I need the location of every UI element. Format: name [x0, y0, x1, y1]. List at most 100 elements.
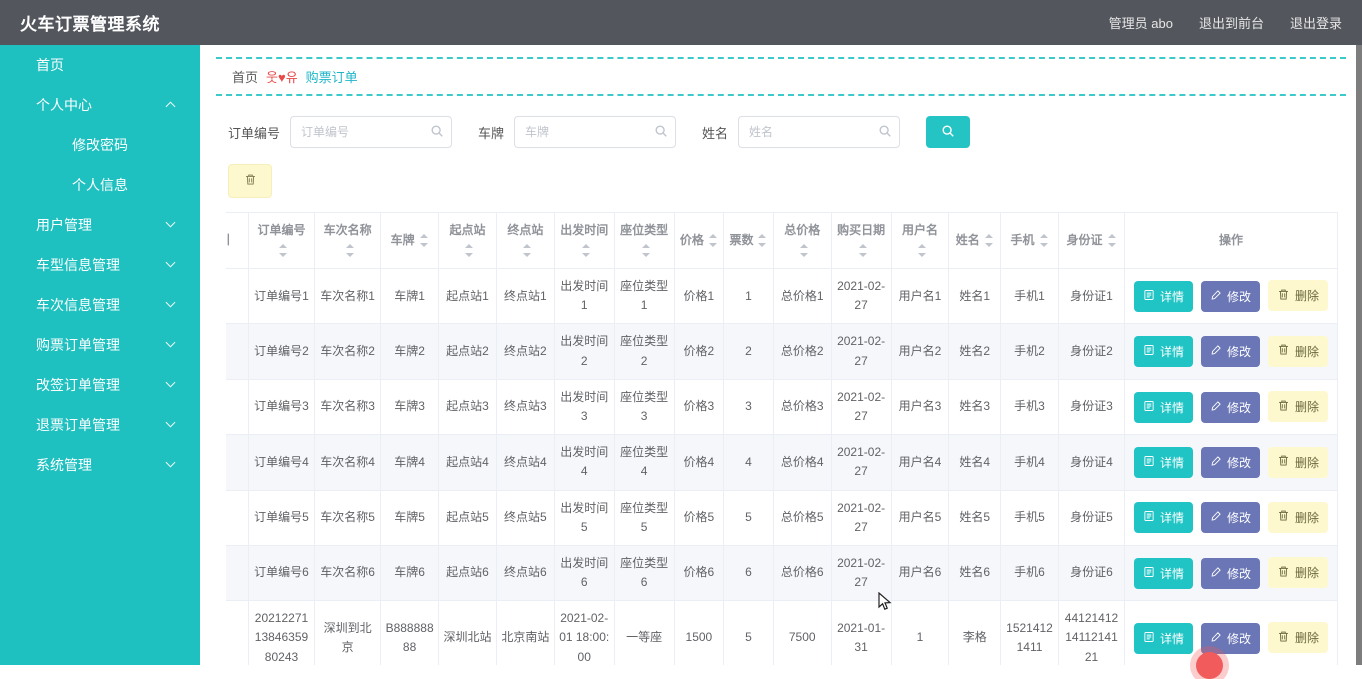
delete-button[interactable]: 删除	[1268, 280, 1329, 312]
sidebar-item-change-password[interactable]: 修改密码	[0, 125, 200, 165]
floating-action-button[interactable]	[1196, 652, 1223, 679]
edit-button[interactable]: 修改	[1201, 557, 1261, 589]
edit-button[interactable]: 修改	[1201, 336, 1261, 368]
vertical-scrollbar[interactable]	[1356, 45, 1362, 665]
cell-actions: 详情 修改 删除	[1124, 489, 1338, 546]
detail-icon	[1143, 289, 1155, 304]
cell-ticket-count: 5	[723, 489, 774, 546]
sidebar-item-label: 改签订单管理	[36, 377, 120, 393]
cell-seat-type: 座位类型4	[613, 434, 675, 491]
detail-button[interactable]: 详情	[1134, 502, 1194, 534]
column-header-depart-time[interactable]: 出发时间	[553, 212, 615, 269]
sidebar-item-label: 个人中心	[36, 97, 92, 113]
edit-button[interactable]: 修改	[1201, 391, 1261, 423]
sort-caret-icon	[277, 243, 288, 258]
search-input-order-no[interactable]	[290, 116, 453, 148]
edit-button-label: 修改	[1227, 345, 1252, 360]
edit-button[interactable]: 修改	[1201, 447, 1261, 479]
search-button[interactable]	[926, 116, 971, 148]
cell-total-price: 总价格3	[772, 378, 832, 436]
detail-button[interactable]: 详情	[1134, 336, 1194, 368]
cell-plate: 车牌1	[380, 267, 440, 325]
sort-caret-icon	[857, 243, 868, 258]
delete-button[interactable]: 删除	[1268, 391, 1329, 423]
cell-train-name: 车次名称2	[314, 323, 382, 380]
column-header-label: 购买日期	[837, 223, 886, 238]
column-header-index: 索引	[226, 212, 249, 269]
sidebar-item-ticket-order-mgmt[interactable]: 购票订单管理	[0, 325, 200, 365]
cell-train-name: 车次名称1	[314, 267, 382, 325]
search-input-name[interactable]	[738, 116, 901, 148]
edit-button[interactable]: 修改	[1201, 280, 1261, 312]
delete-button[interactable]: 删除	[1268, 335, 1329, 367]
column-header-username[interactable]: 用户名	[890, 212, 950, 269]
column-header-seat-type[interactable]: 座位类型	[613, 212, 675, 269]
edit-button[interactable]: 修改	[1201, 502, 1261, 534]
cell-index	[226, 434, 249, 491]
delete-button[interactable]: 删除	[1268, 446, 1329, 478]
cell-username: 用户名6	[890, 544, 950, 602]
batch-delete-button[interactable]	[228, 164, 272, 198]
search-input-plate[interactable]	[514, 116, 677, 148]
column-header-price[interactable]: 价格	[673, 212, 725, 269]
sidebar-item-rebook-order-mgmt[interactable]: 改签订单管理	[0, 365, 200, 405]
topbar-exit-front-link[interactable]: 退出到前台	[1199, 13, 1264, 32]
detail-button[interactable]: 详情	[1134, 280, 1194, 312]
topbar-logout-link[interactable]: 退出登录	[1290, 13, 1342, 32]
detail-button-label: 详情	[1160, 400, 1185, 415]
cell-username: 用户名2	[890, 323, 950, 380]
column-header-start-station[interactable]: 起点站	[438, 212, 497, 269]
cell-phone: 手机2	[1000, 323, 1059, 380]
delete-button[interactable]: 删除	[1268, 557, 1329, 589]
search-form: 订单编号 车牌 姓名	[228, 116, 1356, 148]
detail-button[interactable]: 详情	[1134, 447, 1194, 479]
cell-name: 姓名6	[948, 544, 1002, 602]
column-header-ticket-count[interactable]: 票数	[723, 212, 774, 269]
column-header-plate[interactable]: 车牌	[380, 212, 440, 269]
delete-button[interactable]: 删除	[1268, 501, 1329, 533]
sort-caret-icon	[798, 243, 809, 258]
column-header-order-no[interactable]: 订单编号	[247, 212, 316, 269]
topbar-user[interactable]: 管理员 abo	[1109, 13, 1173, 32]
edit-button[interactable]: 修改	[1201, 622, 1261, 654]
sidebar-item-train-no-mgmt[interactable]: 车次信息管理	[0, 285, 200, 325]
cell-actions: 详情 修改 删除	[1124, 434, 1338, 491]
breadcrumb-home[interactable]: 首页	[232, 67, 258, 86]
column-header-label: 总价格	[784, 223, 821, 238]
cell-depart-time: 出发时间6	[553, 544, 615, 602]
column-header-buy-date[interactable]: 购买日期	[830, 212, 892, 269]
cell-phone: 手机3	[1000, 378, 1059, 436]
delete-button-label: 删除	[1295, 289, 1320, 304]
column-header-train-name[interactable]: 车次名称	[314, 212, 382, 269]
detail-button[interactable]: 详情	[1134, 557, 1194, 589]
detail-button[interactable]: 详情	[1134, 391, 1194, 423]
edit-button-label: 修改	[1227, 631, 1252, 646]
column-header-id-card[interactable]: 身份证	[1057, 212, 1126, 269]
sidebar-item-user-mgmt[interactable]: 用户管理	[0, 205, 200, 245]
delete-icon	[1277, 288, 1290, 304]
sidebar-item-refund-order-mgmt[interactable]: 退票订单管理	[0, 405, 200, 445]
column-header-end-station[interactable]: 终点站	[495, 212, 555, 269]
cell-index	[226, 489, 249, 546]
cell-actions: 详情 修改 删除	[1124, 323, 1338, 380]
cell-seat-type: 座位类型5	[613, 489, 675, 546]
sidebar-item-profile-info[interactable]: 个人信息	[0, 165, 200, 205]
detail-icon	[1143, 510, 1155, 525]
edit-icon	[1210, 510, 1222, 525]
cell-id-card: 身份证4	[1057, 434, 1126, 491]
column-header-name[interactable]: 姓名	[948, 212, 1002, 269]
column-header-total-price[interactable]: 总价格	[772, 212, 832, 269]
sidebar-item-system-mgmt[interactable]: 系统管理	[0, 445, 200, 485]
sidebar-item-train-type-mgmt[interactable]: 车型信息管理	[0, 245, 200, 285]
sort-caret-icon	[916, 243, 927, 258]
delete-button[interactable]: 删除	[1268, 622, 1329, 654]
sidebar-item-profile-center[interactable]: 个人中心	[0, 85, 200, 125]
sidebar-item-label: 首页	[36, 57, 64, 73]
column-header-phone[interactable]: 手机	[1000, 212, 1059, 269]
sidebar-item-home[interactable]: 首页	[0, 45, 200, 85]
cell-start-station: 起点站3	[438, 378, 497, 436]
sort-caret-icon	[344, 243, 355, 258]
delete-icon	[1277, 399, 1290, 415]
breadcrumb-current[interactable]: 购票订单	[306, 67, 358, 86]
detail-button[interactable]: 详情	[1134, 622, 1194, 654]
